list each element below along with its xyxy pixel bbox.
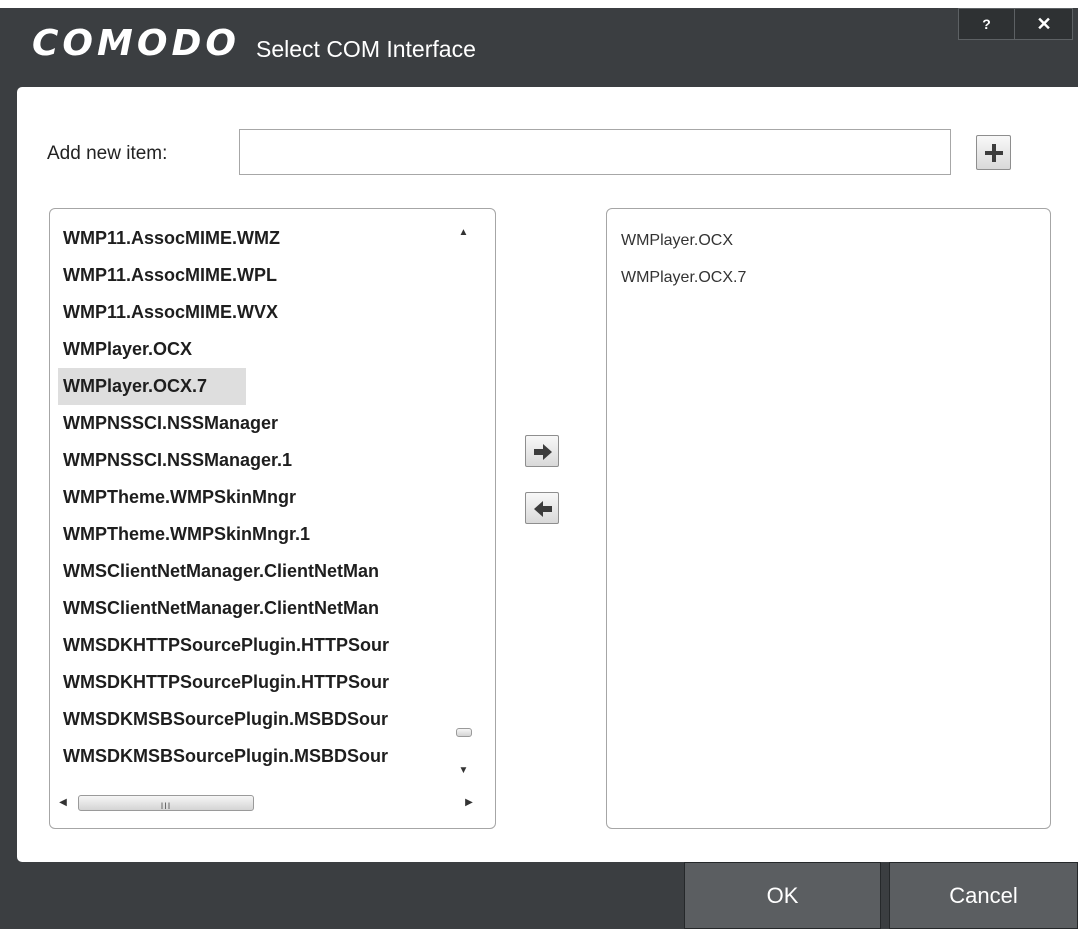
horizontal-scroll-thumb[interactable]: III xyxy=(78,795,254,811)
vertical-scrollbar[interactable]: ▲ ▼ xyxy=(453,220,474,780)
selected-list-item[interactable]: WMPlayer.OCX xyxy=(621,222,746,259)
cancel-button[interactable]: Cancel xyxy=(889,862,1078,929)
button-bar: OK Cancel xyxy=(0,862,1078,929)
list-item[interactable]: WMPlayer.OCX xyxy=(58,331,450,368)
available-interfaces-list[interactable]: WMP11.AssocMIME.WMZ WMP11.AssocMIME.WPL WM… xyxy=(49,208,496,829)
scroll-down-arrow-icon[interactable]: ▼ xyxy=(453,762,474,780)
selected-items: WMPlayer.OCX WMPlayer.OCX.7 xyxy=(621,222,746,296)
list-item[interactable]: WMSClientNetManager.ClientNetMan xyxy=(58,590,450,627)
list-item[interactable]: WMP11.AssocMIME.WVX xyxy=(58,294,450,331)
comodo-logo: COMODO xyxy=(32,23,240,64)
dialog-title: Select COM Interface xyxy=(256,36,476,62)
available-items: WMP11.AssocMIME.WMZ WMP11.AssocMIME.WPL WM… xyxy=(58,220,450,780)
scroll-right-arrow-icon[interactable]: ▶ xyxy=(460,793,478,813)
list-item[interactable]: WMPTheme.WMPSkinMngr xyxy=(58,479,450,516)
list-item[interactable]: WMPTheme.WMPSkinMngr.1 xyxy=(58,516,450,553)
title-bar: COMODO Select COM Interface ? ✕ xyxy=(0,8,1078,86)
selected-interfaces-list[interactable]: WMPlayer.OCX WMPlayer.OCX.7 xyxy=(606,208,1051,829)
close-button[interactable]: ✕ xyxy=(1016,9,1072,39)
move-left-button[interactable] xyxy=(525,492,559,524)
dialog-window: COMODO Select COM Interface ? ✕ Add new … xyxy=(0,8,1078,929)
list-item[interactable]: WMSDKNamespace.NamespaceFactor xyxy=(58,775,450,780)
arrow-right-icon xyxy=(534,444,552,460)
help-button[interactable]: ? xyxy=(959,9,1015,39)
horizontal-scrollbar[interactable]: ◀ III ▶ xyxy=(54,793,478,813)
list-item[interactable]: WMSDKMSBSourcePlugin.MSBDSour xyxy=(58,738,450,775)
selected-list-item[interactable]: WMPlayer.OCX.7 xyxy=(621,259,746,296)
add-new-item-label: Add new item: xyxy=(47,143,168,164)
list-item[interactable]: WMPNSSCI.NSSManager xyxy=(58,405,450,442)
arrow-left-icon xyxy=(534,501,552,517)
add-new-item-input[interactable] xyxy=(239,129,951,175)
list-item[interactable]: WMP11.AssocMIME.WMZ xyxy=(58,220,450,257)
list-item[interactable]: WMSDKHTTPSourcePlugin.HTTPSour xyxy=(58,627,450,664)
move-right-button[interactable] xyxy=(525,435,559,467)
list-item[interactable]: WMSDKMSBSourcePlugin.MSBDSour xyxy=(58,701,450,738)
scroll-grip: III xyxy=(160,801,172,811)
title-buttons: ? ✕ xyxy=(958,8,1073,40)
list-item[interactable]: WMSDKHTTPSourcePlugin.HTTPSour xyxy=(58,664,450,701)
list-item[interactable]: WMP11.AssocMIME.WPL xyxy=(58,257,450,294)
scroll-left-arrow-icon[interactable]: ◀ xyxy=(54,793,72,813)
list-item[interactable]: WMPNSSCI.NSSManager.1 xyxy=(58,442,450,479)
vertical-scroll-thumb[interactable] xyxy=(456,728,472,737)
list-item[interactable]: WMSClientNetManager.ClientNetMan xyxy=(58,553,450,590)
list-item[interactable]: WMPlayer.OCX.7 xyxy=(58,368,246,405)
add-item-button[interactable] xyxy=(976,135,1011,170)
window-caption-strip xyxy=(0,0,1078,8)
ok-button[interactable]: OK xyxy=(684,862,881,929)
content-panel: Add new item: WMP11.AssocMIME.WMZ WMP11.A… xyxy=(17,87,1078,862)
scroll-up-arrow-icon[interactable]: ▲ xyxy=(453,224,474,242)
